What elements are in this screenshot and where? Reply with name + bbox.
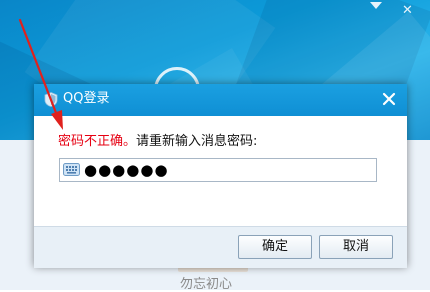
triangle-down-icon[interactable] [370, 2, 382, 9]
close-icon[interactable] [381, 91, 397, 107]
password-input[interactable]: ●●●●●● [59, 158, 377, 182]
dialog-message: 密码不正确。请重新输入消息密码: [58, 133, 257, 151]
error-text: 密码不正确。 [58, 134, 137, 149]
ok-button[interactable]: 确定 [238, 235, 312, 259]
dialog-title: QQ登录 [63, 91, 110, 106]
dialog-title-bar[interactable]: QQ登录 [34, 84, 407, 116]
password-value: ●●●●●● [84, 161, 169, 179]
qq-shield-icon [44, 92, 58, 107]
nickname-label: 勿忘初心 [180, 277, 233, 292]
keyboard-icon[interactable] [63, 163, 80, 176]
login-error-dialog: QQ登录 密码不正确。请重新输入消息密码: ●●●●●● 确定 取消 [34, 84, 407, 268]
cancel-button[interactable]: 取消 [319, 235, 393, 259]
close-icon[interactable]: ✕ [402, 4, 413, 18]
prompt-text: 请重新输入消息密码: [136, 134, 258, 149]
dialog-footer: 确定 取消 [34, 226, 407, 268]
